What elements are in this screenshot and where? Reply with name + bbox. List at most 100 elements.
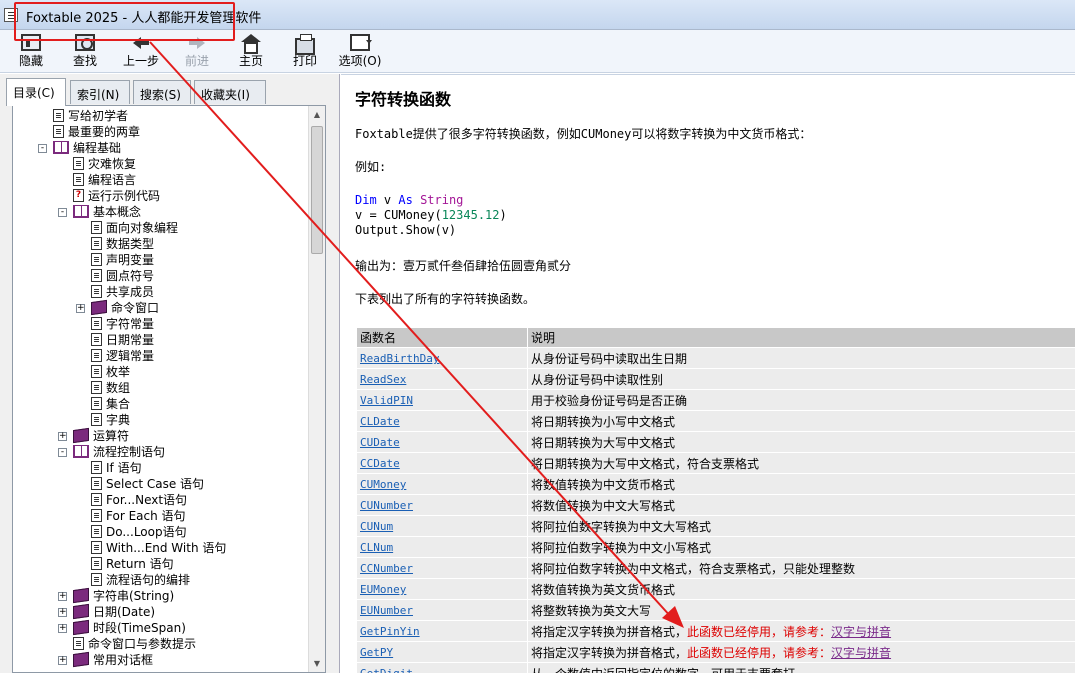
tab-search[interactable]: 搜索(S) [133,80,191,104]
page-icon [91,333,102,346]
function-link[interactable]: CLDate [360,415,400,428]
function-link[interactable]: ValidPIN [360,394,413,407]
scroll-down-icon[interactable]: ▼ [309,655,325,672]
tree-item[interactable]: Select Case 语句 [13,476,309,492]
expand-icon[interactable]: + [58,608,67,617]
function-name-cell: CCDate [356,452,528,474]
column-header-desc: 说明 [527,327,1075,348]
expand-icon[interactable]: + [58,624,67,633]
tree-item[interactable]: 最重要的两章 [13,124,309,140]
home-button[interactable]: 主页 [234,32,268,70]
page-icon [91,381,102,394]
openbook-icon [73,205,89,218]
tree-item[interactable]: 流程语句的编排 [13,572,309,588]
collapse-icon[interactable]: - [58,208,67,217]
find-button[interactable]: 查找 [68,32,102,70]
tree-item[interactable]: If 语句 [13,460,309,476]
scroll-up-icon[interactable]: ▲ [309,106,325,123]
tree-item[interactable]: + 时段(TimeSpan) [13,619,309,636]
tree-item[interactable]: - 基本概念 [13,204,309,220]
book-icon [73,587,89,604]
tree-item[interactable]: 圆点符号 [13,268,309,284]
tree-items: 写给初学者 最重要的两章 - 编程基础 灾难恢复 编程语言? 运行示例代码 - 基本概念 面向对象… [13,108,309,668]
function-link[interactable]: CCDate [360,457,400,470]
see-also-link[interactable]: 汉字与拼音 [831,625,891,639]
tree-item[interactable]: + 常用对话框 [13,651,309,668]
function-link[interactable]: GetPY [360,646,393,659]
tab-favorites[interactable]: 收藏夹(I) [194,80,266,104]
expand-icon[interactable]: + [58,432,67,441]
tree-item-label: 共享成员 [106,285,155,299]
function-link[interactable]: ReadBirthDay [360,352,439,365]
tree-item[interactable]: 命令窗口与参数提示 [13,636,309,652]
print-button[interactable]: 打印 [288,32,322,70]
tree-item[interactable]: Do...Loop语句 [13,524,309,540]
function-link[interactable]: ReadSex [360,373,406,386]
tab-index[interactable]: 索引(N) [70,80,130,104]
see-also-link[interactable]: 汉字与拼音 [831,646,891,660]
tree-item[interactable]: 数据类型 [13,236,309,252]
function-link[interactable]: EUNumber [360,604,413,617]
scroll-thumb[interactable] [311,126,323,254]
tree-item-label: Return 语句 [106,557,174,571]
tree-item[interactable]: - 编程基础 [13,140,309,156]
function-link[interactable]: GetDigit [360,667,413,673]
tree-item[interactable]: 集合 [13,396,309,412]
function-name-cell: CUDate [356,431,528,453]
function-link[interactable]: EUMoney [360,583,406,596]
tree-item[interactable]: 日期常量 [13,332,309,348]
tree-item[interactable]: 灾难恢复 [13,156,309,172]
tree-item-label: 字符串(String) [93,589,175,603]
table-row: ValidPIN 用于校验身份证号码是否正确 [356,389,1075,411]
expand-icon[interactable]: + [76,304,85,313]
tree-item[interactable]: 字符常量 [13,316,309,332]
tree-item[interactable]: With...End With 语句 [13,540,309,556]
tree-item[interactable]: For...Next语句 [13,492,309,508]
hide-button[interactable]: 隐藏 [14,32,48,70]
expand-icon[interactable]: + [58,656,67,665]
tree-item[interactable]: + 字符串(String) [13,587,309,604]
tree-item[interactable]: 编程语言 [13,172,309,188]
hide-icon [21,34,41,51]
tree-item[interactable]: 逻辑常量 [13,348,309,364]
tree-item[interactable]: - 流程控制语句 [13,444,309,460]
list-intro-text: 下表列出了所有的字符转换函数。 [355,292,536,306]
tree-item-label: 运行示例代码 [88,189,161,203]
function-desc-cell: 将日期转换为大写中文格式 [527,431,1075,453]
tree-item[interactable]: Return 语句 [13,556,309,572]
tree-item[interactable]: For Each 语句 [13,508,309,524]
function-link[interactable]: CUNumber [360,499,413,512]
tree-item[interactable]: 声明变量 [13,252,309,268]
tree-item[interactable]: ? 运行示例代码 [13,188,309,204]
function-link[interactable]: GetPinYin [360,625,420,638]
tree-item[interactable]: + 命令窗口 [13,299,309,316]
tree-item[interactable]: 枚举 [13,364,309,380]
collapse-icon[interactable]: - [58,448,67,457]
tree-item[interactable]: 写给初学者 [13,108,309,124]
function-link[interactable]: CLNum [360,541,393,554]
function-link[interactable]: CUMoney [360,478,406,491]
tree-item[interactable]: + 运算符 [13,427,309,444]
tree-item-label: 数据类型 [106,237,155,251]
tab-contents[interactable]: 目录(C) [6,78,66,106]
table-row: CCDate 将日期转换为大写中文格式，符合支票格式 [356,452,1075,474]
tree-item[interactable]: 数组 [13,380,309,396]
function-description: 将指定汉字转换为拼音格式， [531,624,688,639]
expand-icon[interactable]: + [58,592,67,601]
tree-item[interactable]: 面向对象编程 [13,220,309,236]
tree-item[interactable]: 字典 [13,412,309,428]
forward-button[interactable]: 前进 [180,32,214,70]
back-button[interactable]: 上一步 [120,32,162,70]
collapse-icon[interactable]: - [38,144,47,153]
tree-item[interactable]: + 日期(Date) [13,603,309,620]
options-button[interactable]: 选项(O) [336,32,384,70]
page-icon [53,109,64,122]
tree-scrollbar[interactable]: ▲ ▼ [308,106,325,672]
function-link[interactable]: CUNum [360,520,393,533]
tree-item[interactable]: 共享成员 [13,284,309,300]
contents-tree[interactable]: 写给初学者 最重要的两章 - 编程基础 灾难恢复 编程语言? 运行示例代码 - 基本概念 面向对象… [12,105,326,673]
table-row: CUNum 将阿拉伯数字转换为中文大写格式 [356,515,1075,537]
function-name-cell: GetPY [356,641,528,663]
function-link[interactable]: CCNumber [360,562,413,575]
function-link[interactable]: CUDate [360,436,400,449]
